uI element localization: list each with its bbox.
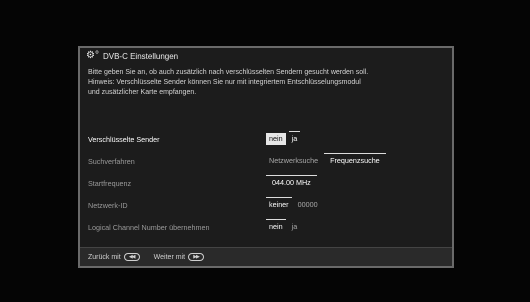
description-line: und zusätzlicher Karte empfangen.	[88, 89, 197, 96]
option-nein[interactable]: nein	[266, 219, 286, 233]
option-network-search[interactable]: Netzwerksuche	[266, 155, 321, 167]
option-keiner[interactable]: keiner	[266, 197, 292, 211]
row-network-id[interactable]: Netzwerk-ID keiner 00000	[88, 197, 444, 212]
description-line: Hinweis: Verschlüsselte Sender können Si…	[88, 79, 361, 86]
option-group: Netzwerksuche Frequenzsuche	[266, 153, 389, 167]
settings-gears-icon: ⚙°	[86, 50, 99, 61]
dialog-title-bar: ⚙° DVB-C Einstellungen	[80, 48, 452, 64]
option-group: nein ja	[266, 131, 303, 145]
row-label: Suchverfahren	[88, 156, 135, 166]
dvb-c-settings-dialog: ⚙° DVB-C Einstellungen Bitte geben Sie a…	[78, 46, 454, 268]
row-start-frequency[interactable]: Startfrequenz 044.00 MHz	[88, 175, 444, 190]
next-label: Weiter mit	[153, 253, 186, 261]
option-group: 044.00 MHz	[266, 175, 320, 189]
fast-forward-button-icon: ▶▶	[188, 253, 205, 261]
dialog-title: DVB-C Einstellungen	[102, 51, 179, 61]
back-hint[interactable]: Zurück mit ◀◀	[88, 253, 140, 261]
row-label: Verschlüsselte Sender	[88, 134, 160, 144]
rewind-button-icon: ◀◀	[123, 253, 140, 261]
option-ja[interactable]: ja	[288, 131, 301, 145]
option-group: keiner 00000	[266, 197, 324, 211]
row-label: Startfrequenz	[88, 178, 132, 188]
description-line: Bitte geben Sie an, ob auch zusätzlich n…	[88, 69, 369, 76]
option-frequency-search[interactable]: Frequenzsuche	[324, 153, 386, 167]
network-id-field[interactable]: 00000	[295, 199, 321, 211]
option-group: nein ja	[266, 219, 303, 233]
dialog-description: Bitte geben Sie an, ob auch zusätzlich n…	[88, 68, 442, 98]
option-ja[interactable]: ja	[289, 221, 301, 233]
option-nein[interactable]: nein	[266, 133, 286, 145]
start-frequency-field[interactable]: 044.00 MHz	[266, 175, 317, 189]
row-logical-channel-number[interactable]: Logical Channel Number übernehmen nein j…	[88, 219, 444, 234]
tv-screen: ⚙° DVB-C Einstellungen Bitte geben Sie a…	[0, 0, 530, 302]
row-label: Netzwerk-ID	[88, 200, 128, 210]
row-label: Logical Channel Number übernehmen	[88, 222, 210, 232]
row-encrypted-channels[interactable]: Verschlüsselte Sender nein ja	[88, 131, 444, 146]
row-search-method[interactable]: Suchverfahren Netzwerksuche Frequenzsuch…	[88, 153, 444, 168]
back-label: Zurück mit	[88, 253, 121, 261]
next-hint[interactable]: Weiter mit ▶▶	[153, 253, 205, 261]
dialog-footer: Zurück mit ◀◀ Weiter mit ▶▶	[80, 247, 452, 266]
